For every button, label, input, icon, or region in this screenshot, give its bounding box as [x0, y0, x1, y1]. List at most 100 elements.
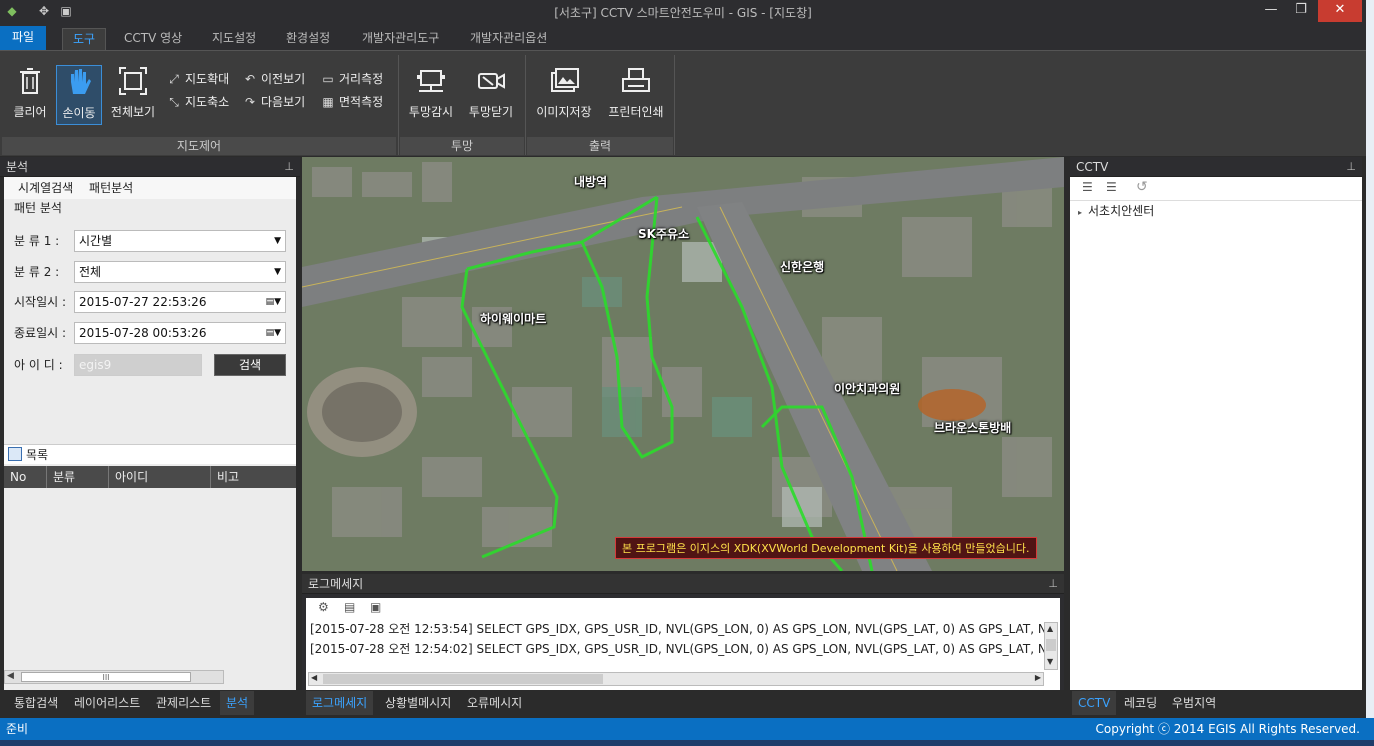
measure-area-button[interactable]: ▦ 면적측정	[320, 92, 383, 112]
category2-select[interactable]: 전체 ▼	[74, 261, 286, 283]
list-horizontal-scrollbar[interactable]: ◀ III	[4, 670, 224, 684]
log-horizontal-scrollbar[interactable]: ◀ ▶	[308, 672, 1044, 686]
pin-icon[interactable]: ⊥	[1346, 157, 1356, 177]
scrollbar-thumb[interactable]	[323, 674, 603, 684]
scrollbar-thumb[interactable]	[1046, 639, 1056, 651]
cctv-panel-header: CCTV ⊥	[1070, 157, 1362, 177]
cctv-panel: CCTV ⊥ ☰ ☰ ↺ ▸ 서초치안센터	[1070, 157, 1362, 690]
log-save-icon[interactable]: ▣	[370, 600, 381, 614]
os-taskbar	[0, 740, 1374, 746]
zoom-in-icon: ⤢	[169, 72, 179, 86]
minimize-button[interactable]: —	[1256, 0, 1286, 22]
column-note[interactable]: 비고	[210, 466, 296, 488]
print-button[interactable]: 프린터인쇄	[604, 65, 668, 125]
image-icon	[551, 68, 579, 92]
next-view-button[interactable]: ↷ 다음보기	[242, 92, 305, 112]
trash-icon	[20, 68, 40, 94]
search-button[interactable]: 검색	[214, 354, 286, 376]
log-copy-icon[interactable]: ▤	[344, 600, 355, 614]
log-settings-icon[interactable]: ⚙	[318, 600, 329, 614]
tab-analysis[interactable]: 분석	[220, 691, 255, 715]
prev-view-label: 이전보기	[261, 72, 306, 86]
copyright-text: Copyright ⓒ 2014 EGIS All Rights Reserve…	[1095, 722, 1361, 736]
scroll-right-icon[interactable]: ▶	[1035, 673, 1041, 682]
map-label-station: 내방역	[574, 175, 608, 189]
restore-button[interactable]: ❐	[1286, 0, 1316, 22]
tab-map-settings[interactable]: 지도설정	[202, 28, 266, 50]
scroll-left-icon[interactable]: ◀	[7, 671, 14, 681]
tab-log-messages[interactable]: 로그메세지	[306, 691, 374, 715]
subtab-pattern[interactable]: 패턴분석	[89, 181, 133, 195]
scroll-up-icon[interactable]: ▲	[1047, 624, 1053, 633]
area-icon: ▦	[322, 95, 334, 109]
arrow-forward-icon: ↷	[244, 95, 256, 109]
scroll-down-icon[interactable]: ▼	[1047, 657, 1053, 666]
prev-view-button[interactable]: ↶ 이전보기	[242, 69, 305, 89]
camera-off-icon	[478, 73, 505, 89]
ribbon: 클리어 손이동 전체보기 ⤢ 지도확대 ⤡ 지도축소 ↶ 이전보기 ↷ 다음보기 ▭ 거리…	[0, 50, 1366, 156]
column-category[interactable]: 분류	[46, 466, 108, 488]
list-title: 목록	[26, 448, 49, 462]
measure-distance-button[interactable]: ▭ 거리측정	[320, 69, 383, 89]
tab-crime-zone[interactable]: 우범지역	[1172, 691, 1216, 715]
tab-tools[interactable]: 도구	[62, 28, 107, 50]
log-panel-header: 로그메세지 ⊥	[302, 574, 1064, 594]
tab-layer-list[interactable]: 레이어리스트	[74, 691, 140, 715]
tab-recording[interactable]: 레코딩	[1124, 691, 1157, 715]
subtab-timeseries[interactable]: 시계열검색	[18, 181, 73, 195]
map-view[interactable]: 내방역 SK주유소 신한은행 하이웨이마트 이안치과의원 브라운스톤방배 본 프…	[302, 157, 1064, 571]
tab-control-list[interactable]: 관제리스트	[156, 691, 211, 715]
tab-situation-messages[interactable]: 상황별메시지	[385, 691, 451, 715]
log-panel-title: 로그메세지	[308, 577, 364, 591]
projection-monitor-button[interactable]: 투망감시	[406, 65, 456, 125]
tab-file[interactable]: 파일	[0, 26, 47, 50]
pan-label: 손이동	[62, 106, 96, 120]
group-label-map-control: 지도제어	[2, 137, 396, 155]
group-label-output: 출력	[527, 137, 673, 155]
calendar-icon[interactable]: ▤▼	[266, 292, 281, 312]
scroll-left-icon[interactable]: ◀	[311, 673, 317, 682]
tree-item[interactable]: ▸ 서초치안센터	[1070, 201, 1362, 221]
category2-value: 전체	[79, 265, 102, 279]
print-label: 프린터인쇄	[608, 105, 664, 119]
projection-close-button[interactable]: 투망닫기	[466, 65, 516, 125]
clear-button[interactable]: 클리어	[8, 65, 52, 125]
save-image-button[interactable]: 이미지저장	[532, 65, 596, 125]
zoom-in-button[interactable]: ⤢ 지도확대	[166, 69, 229, 89]
close-button[interactable]: ✕	[1318, 0, 1362, 22]
ribbon-separator	[674, 55, 675, 155]
status-text: 준비	[6, 722, 29, 736]
zoom-out-button[interactable]: ⤡ 지도축소	[166, 92, 229, 112]
refresh-icon[interactable]: ↺	[1136, 179, 1148, 195]
tab-cctv-video[interactable]: CCTV 영상	[114, 28, 192, 50]
pin-icon[interactable]: ⊥	[284, 157, 294, 177]
measure-distance-label: 거리측정	[339, 72, 384, 86]
pin-icon[interactable]: ⊥	[1048, 574, 1058, 594]
column-id[interactable]: 아이디	[108, 466, 210, 488]
list-header: 목록	[4, 444, 296, 464]
measure-area-label: 면적측정	[339, 95, 384, 109]
log-line: [2015-07-28 오전 12:53:54] SELECT GPS_IDX,…	[310, 622, 1044, 636]
log-vertical-scrollbar[interactable]: ▲ ▼	[1044, 622, 1058, 670]
pan-button[interactable]: 손이동	[56, 65, 102, 125]
tab-error-messages[interactable]: 오류메시지	[467, 691, 522, 715]
map-label-mart: 하이웨이마트	[480, 312, 547, 326]
id-input[interactable]: egis9	[74, 354, 202, 376]
scrollbar-thumb[interactable]: III	[21, 672, 191, 682]
start-date-picker[interactable]: 2015-07-27 22:53:26 ▤▼	[74, 291, 286, 313]
tab-cctv[interactable]: CCTV	[1072, 691, 1117, 715]
full-view-button[interactable]: 전체보기	[108, 65, 158, 125]
category1-select[interactable]: 시간별 ▼	[74, 230, 286, 252]
tree-expand-icon[interactable]: ▸	[1078, 208, 1082, 217]
column-no[interactable]: No	[4, 466, 46, 488]
title-bar: ◆ ✥ ▣ [서초구] CCTV 스마트안전도우미 - GIS - [지도창] …	[0, 0, 1366, 24]
end-date-picker[interactable]: 2015-07-28 00:53:26 ▤▼	[74, 322, 286, 344]
ribbon-separator	[398, 55, 399, 155]
tab-dev-tools[interactable]: 개발자관리도구	[352, 28, 449, 50]
tab-env-settings[interactable]: 환경설정	[276, 28, 340, 50]
list-add-icon[interactable]: ☰	[1082, 180, 1093, 194]
tab-integrated-search[interactable]: 통합검색	[14, 691, 58, 715]
list-remove-icon[interactable]: ☰	[1106, 180, 1117, 194]
tab-dev-options[interactable]: 개발자관리옵션	[460, 28, 557, 50]
calendar-icon[interactable]: ▤▼	[266, 323, 281, 343]
